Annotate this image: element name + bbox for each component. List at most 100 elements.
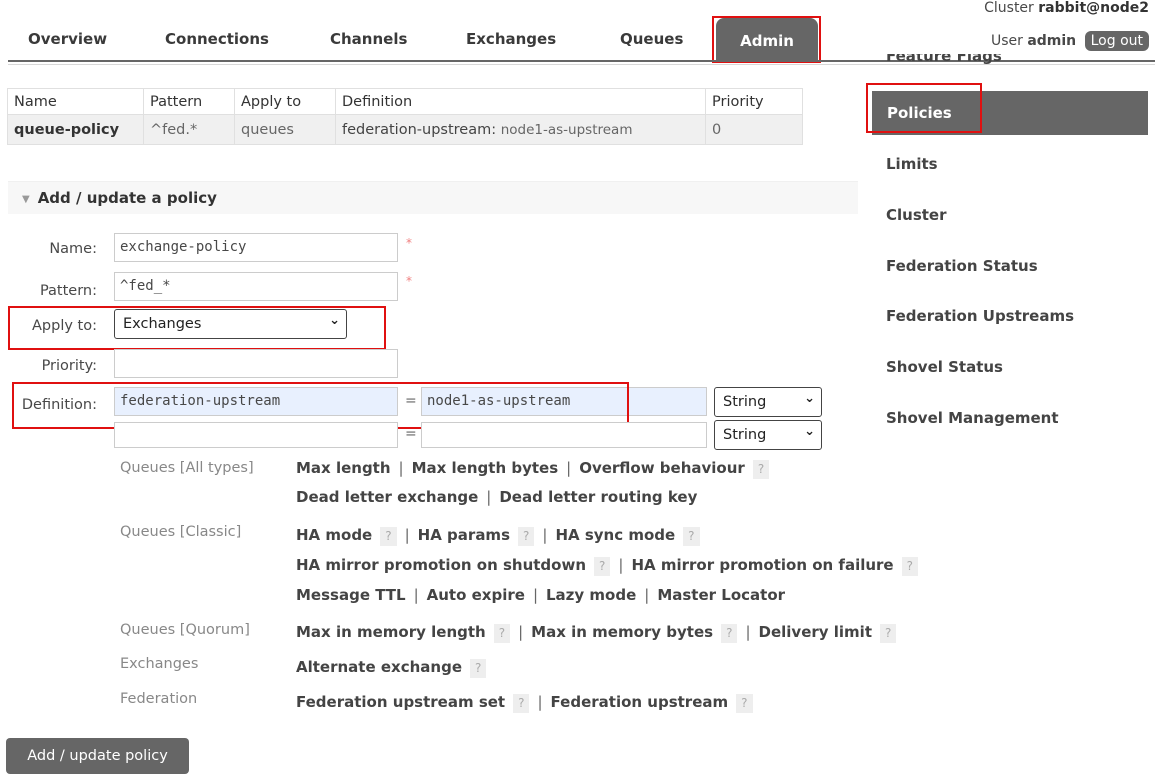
name-input[interactable]: exchange-policy [114, 233, 398, 262]
help-links-row: Max in memory length? | Max in memory byte… [296, 623, 897, 643]
table-header-row: Name Pattern Apply to Definition Priorit… [7, 88, 803, 115]
policy-priority: 0 [705, 114, 803, 145]
help-question-icon[interactable]: ? [901, 557, 918, 576]
help-link-ha-mode[interactable]: HA mode [296, 526, 372, 544]
sidebar-item-shovel-status[interactable]: Shovel Status [886, 358, 1003, 376]
help-link-ha-sync-mode[interactable]: HA sync mode [555, 526, 675, 544]
definition-type-selected: String [723, 394, 767, 410]
highlight-apply-to [8, 306, 386, 350]
policy-pattern: ^fed.* [143, 114, 235, 145]
help-question-icon[interactable]: ? [736, 694, 753, 713]
help-link-ha-promotion-shutdown[interactable]: HA mirror promotion on shutdown [296, 556, 586, 574]
table-row[interactable]: queue-policy ^fed.* queues federation-up… [7, 114, 803, 145]
sidebar-item-cluster[interactable]: Cluster [886, 206, 947, 224]
pattern-label: Pattern: [39, 283, 97, 299]
tab-queues[interactable]: Queues [620, 30, 683, 48]
cluster-name: rabbit@node2 [1038, 0, 1149, 16]
user-info: User admin Log out [991, 31, 1149, 51]
definition-type-selected: String [723, 427, 767, 443]
sidebar-item-federation-upstreams[interactable]: Federation Upstreams [886, 307, 1074, 325]
sidebar-item-feature-flags-label: Feature Flags [886, 54, 1002, 64]
required-star: * [406, 274, 412, 288]
sidebar-item-federation-status[interactable]: Federation Status [886, 257, 1038, 275]
help-links-row: Dead letter exchange | Dead letter routing… [296, 488, 698, 506]
definition-key-input[interactable] [114, 422, 398, 448]
help-question-icon[interactable]: ? [721, 624, 738, 643]
add-update-policy-button[interactable]: Add / update policy [6, 738, 189, 774]
help-links-row: Federation upstream set? | Federation upst… [296, 693, 753, 713]
definition-value-input[interactable] [421, 422, 707, 448]
help-category-queues-classic: Queues [Classic] [120, 524, 242, 540]
column-header-apply-to: Apply to [234, 88, 336, 115]
section-title: ▼ Add / update a policy [22, 189, 217, 207]
help-question-icon[interactable]: ? [518, 527, 535, 546]
help-link-master-locator[interactable]: Master Locator [657, 586, 785, 604]
name-label: Name: [49, 241, 97, 257]
column-header-definition: Definition [335, 88, 706, 115]
user-name: admin [1027, 33, 1077, 49]
help-question-icon[interactable]: ? [513, 694, 530, 713]
help-question-icon[interactable]: ? [380, 527, 397, 546]
help-link-auto-expire[interactable]: Auto expire [427, 586, 525, 604]
cluster-info: Cluster rabbit@node2 [984, 0, 1149, 16]
help-link-ha-params[interactable]: HA params [418, 526, 510, 544]
help-links-row: HA mirror promotion on shutdown? | HA mirr… [296, 556, 918, 576]
help-category-queues-quorum: Queues [Quorum] [120, 622, 250, 638]
help-question-icon[interactable]: ? [880, 624, 897, 643]
highlight-admin-tab [712, 16, 821, 63]
definition-type-select[interactable]: String ⌄ [714, 420, 822, 450]
help-question-icon[interactable]: ? [594, 557, 611, 576]
sidebar-item-limits[interactable]: Limits [886, 155, 938, 173]
policies-table: Name Pattern Apply to Definition Priorit… [7, 88, 803, 145]
pattern-input[interactable]: ^fed_* [114, 272, 398, 301]
chevron-down-icon: ⌄ [804, 424, 815, 439]
sidebar-item-feature-flags[interactable]: Feature Flags [886, 54, 1026, 64]
help-link-federation-upstream-set[interactable]: Federation upstream set [296, 693, 505, 711]
policy-definition-key: federation-upstream: [342, 121, 497, 138]
help-link-max-in-memory-length[interactable]: Max in memory length [296, 623, 486, 641]
help-category-exchanges: Exchanges [120, 656, 199, 672]
help-link-overflow-behaviour[interactable]: Overflow behaviour [579, 459, 745, 477]
help-link-message-ttl[interactable]: Message TTL [296, 586, 406, 604]
tab-channels[interactable]: Channels [330, 30, 407, 48]
priority-input[interactable] [114, 349, 398, 378]
add-policy-section-header[interactable]: ▼ Add / update a policy [8, 181, 858, 214]
policy-definition-value: node1-as-upstream [500, 121, 633, 138]
help-link-max-length[interactable]: Max length [296, 459, 391, 477]
help-links-row: Max length | Max length bytes | Overflow beh… [296, 459, 770, 479]
help-link-max-in-memory-bytes[interactable]: Max in memory bytes [531, 623, 713, 641]
tab-overview[interactable]: Overview [28, 30, 107, 48]
help-question-icon[interactable]: ? [683, 527, 700, 546]
equals-sign: = [405, 426, 417, 442]
help-link-alternate-exchange[interactable]: Alternate exchange [296, 658, 462, 676]
help-link-dead-letter-routing-key[interactable]: Dead letter routing key [499, 488, 697, 506]
help-links-row: HA mode? | HA params? | HA sync mode? [296, 526, 700, 546]
help-question-icon[interactable]: ? [493, 624, 511, 643]
policy-name-link[interactable]: queue-policy [7, 114, 144, 145]
help-link-max-length-bytes[interactable]: Max length bytes [412, 459, 559, 477]
collapse-triangle-icon: ▼ [22, 194, 30, 205]
help-category-federation: Federation [120, 691, 198, 707]
help-question-icon[interactable]: ? [752, 460, 770, 479]
column-header-pattern: Pattern [143, 88, 235, 115]
priority-label: Priority: [41, 358, 97, 374]
help-link-federation-upstream[interactable]: Federation upstream [551, 693, 729, 711]
nav-divider-light [8, 64, 1155, 65]
help-link-lazy-mode[interactable]: Lazy mode [546, 586, 636, 604]
highlight-policies [866, 83, 982, 133]
help-link-ha-promotion-failure[interactable]: HA mirror promotion on failure [631, 556, 893, 574]
definition-type-select[interactable]: String ⌄ [714, 387, 822, 417]
help-link-dead-letter-exchange[interactable]: Dead letter exchange [296, 488, 478, 506]
logout-button[interactable]: Log out [1084, 31, 1149, 51]
cluster-label: Cluster [984, 0, 1034, 16]
tab-connections[interactable]: Connections [165, 30, 269, 48]
help-link-delivery-limit[interactable]: Delivery limit [759, 623, 872, 641]
policy-definition: federation-upstream: node1-as-upstream [335, 114, 706, 145]
tab-exchanges[interactable]: Exchanges [466, 30, 556, 48]
sidebar-item-shovel-management[interactable]: Shovel Management [886, 409, 1059, 427]
section-title-text: Add / update a policy [37, 189, 217, 207]
help-question-icon[interactable]: ? [470, 659, 487, 678]
column-header-priority: Priority [705, 88, 803, 115]
help-links-row: Alternate exchange? [296, 658, 487, 678]
column-header-name: Name [7, 88, 144, 115]
